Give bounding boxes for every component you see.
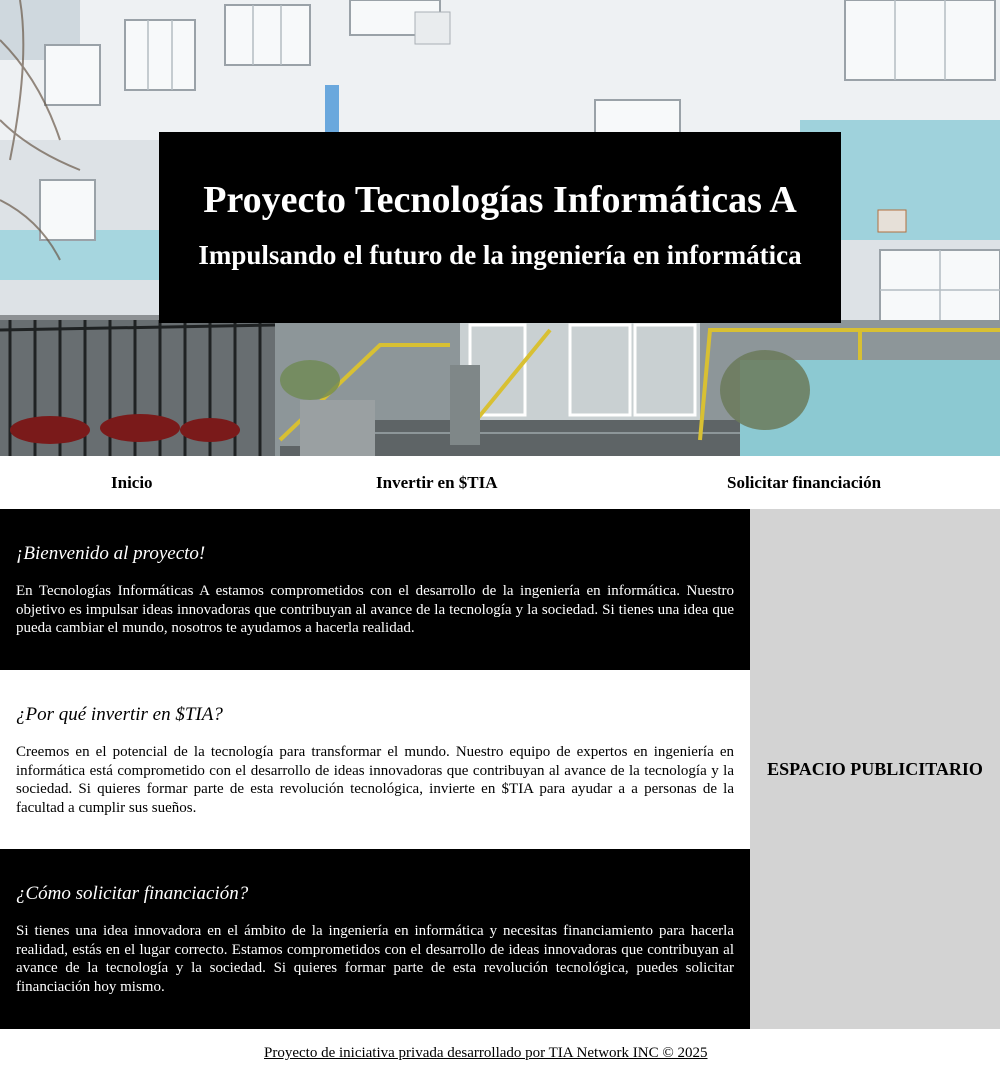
section-bienvenido: ¡Bienvenido al proyecto! En Tecnologías … (0, 509, 750, 670)
hero-banner: Proyecto Tecnologías Informáticas A Impu… (0, 0, 1000, 456)
nav-item-invertir[interactable]: Invertir en $TIA (376, 473, 498, 493)
page-title: Proyecto Tecnologías Informáticas A (203, 179, 797, 221)
section-por-que-invertir: ¿Por qué invertir en $TIA? Creemos en el… (0, 670, 750, 849)
footer-link[interactable]: Proyecto de iniciativa privada desarroll… (264, 1045, 708, 1062)
section-heading: ¿Por qué invertir en $TIA? (16, 704, 223, 725)
section-body: Creemos en el potencial de la tecnología… (16, 744, 734, 816)
content-column: ¡Bienvenido al proyecto! En Tecnologías … (0, 509, 750, 1029)
section-body: Si tienes una idea innovadora en el ámbi… (16, 923, 734, 995)
ad-space: ESPACIO PUBLICITARIO (750, 509, 1000, 1029)
hero-title-box: Proyecto Tecnologías Informáticas A Impu… (159, 132, 841, 323)
nav-item-inicio[interactable]: Inicio (111, 473, 153, 493)
section-body: En Tecnologías Informáticas A estamos co… (16, 583, 734, 636)
section-heading: ¡Bienvenido al proyecto! (16, 543, 206, 564)
nav-item-solicitar-financiacion[interactable]: Solicitar financiación (727, 473, 881, 493)
page-subtitle: Impulsando el futuro de la ingeniería en… (198, 240, 802, 270)
section-solicitar-financiacion: ¿Cómo solicitar financiación? Si tienes … (0, 849, 750, 1029)
ad-space-label: ESPACIO PUBLICITARIO (767, 758, 983, 779)
main-content-area: ¡Bienvenido al proyecto! En Tecnologías … (0, 509, 1000, 1029)
main-navigation: Inicio Invertir en $TIA Solicitar financ… (0, 456, 1000, 509)
page-footer: Proyecto de iniciativa privada desarroll… (0, 1029, 1000, 1079)
section-heading: ¿Cómo solicitar financiación? (16, 883, 249, 904)
